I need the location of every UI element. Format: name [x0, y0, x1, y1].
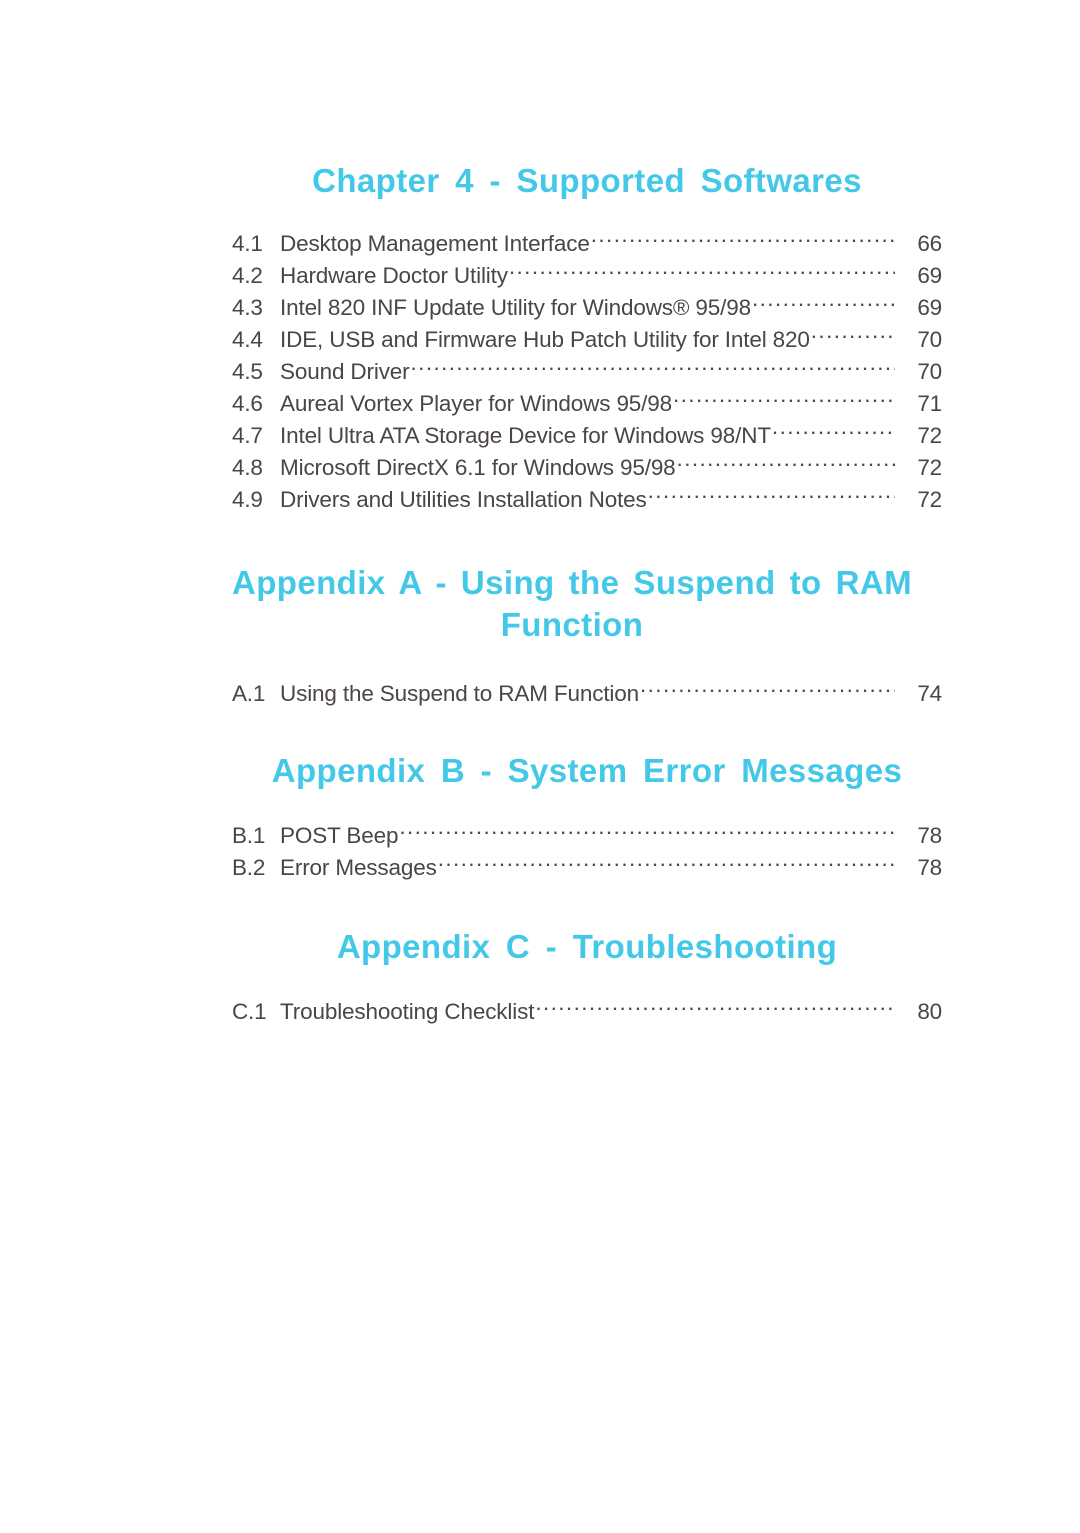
- toc-entry-title: POST Beep: [280, 823, 399, 848]
- toc-list-appendix-b: B.1 POST Beep 78 B.2 Error Messages 78: [232, 820, 942, 884]
- section-heading-appendix-a: Appendix A - Using the Suspend to RAM Fu…: [232, 562, 912, 646]
- toc-entry-number: 4.8: [232, 455, 263, 480]
- section-appendix-b: Appendix B - System Error Messages B.1 P…: [232, 750, 942, 884]
- toc-entry[interactable]: 4.6 Aureal Vortex Player for Windows 95/…: [232, 388, 942, 420]
- toc-entry-number: 4.4: [232, 327, 263, 352]
- toc-entry[interactable]: B.2 Error Messages 78: [232, 852, 942, 884]
- toc-entry[interactable]: 4.9 Drivers and Utilities Installation N…: [232, 484, 942, 516]
- toc-leader-dots: [648, 485, 895, 508]
- toc-entry-page: 71: [917, 391, 942, 416]
- toc-leader-dots: [811, 325, 895, 348]
- toc-list-appendix-a: A.1 Using the Suspend to RAM Function 74: [232, 678, 942, 710]
- section-appendix-a: Appendix A - Using the Suspend to RAM Fu…: [232, 562, 942, 710]
- toc-entry-number: B.2: [232, 855, 266, 880]
- toc-leader-dots: [591, 229, 895, 252]
- toc-entry[interactable]: 4.1 Desktop Management Interface 66: [232, 228, 942, 260]
- toc-entry-title: Desktop Management Interface: [280, 231, 590, 256]
- toc-entry-number: 4.6: [232, 391, 263, 416]
- toc-entry-number: C.1: [232, 999, 267, 1024]
- toc-list-chapter-4: 4.1 Desktop Management Interface 66 4.2 …: [232, 228, 942, 516]
- toc-entry-page: 66: [917, 231, 942, 256]
- toc-entry[interactable]: C.1 Troubleshooting Checklist 80: [232, 996, 942, 1028]
- toc-entry-page: 78: [917, 823, 942, 848]
- toc-leader-dots: [752, 293, 895, 316]
- toc-entry-number: A.1: [232, 681, 266, 706]
- toc-entry-number: 4.1: [232, 231, 263, 256]
- toc-entry-number: 4.7: [232, 423, 263, 448]
- toc-entry-title: IDE, USB and Firmware Hub Patch Utility …: [280, 327, 810, 352]
- toc-entry[interactable]: 4.2 Hardware Doctor Utility 69: [232, 260, 942, 292]
- toc-entry-page: 72: [917, 455, 942, 480]
- section-chapter-4: Chapter 4 - Supported Softwares 4.1 Desk…: [232, 160, 942, 516]
- toc-entry-page: 72: [917, 423, 942, 448]
- toc-entry-title: Hardware Doctor Utility: [280, 263, 508, 288]
- toc-entry-page: 69: [917, 263, 942, 288]
- toc-entry-page: 72: [917, 487, 942, 512]
- toc-leader-dots: [399, 821, 895, 844]
- toc-entry-number: 4.9: [232, 487, 263, 512]
- toc-leader-dots: [411, 357, 895, 380]
- section-heading-chapter-4: Chapter 4 - Supported Softwares: [312, 162, 862, 199]
- toc-entry-title: Troubleshooting Checklist: [280, 999, 535, 1024]
- toc-leader-dots: [438, 853, 895, 876]
- toc-entry-title: Microsoft DirectX 6.1 for Windows 95/98: [280, 455, 676, 480]
- toc-entry-number: B.1: [232, 823, 266, 848]
- toc-entry-page: 74: [917, 681, 942, 706]
- section-heading-appendix-a-line1: Appendix A - Using the Suspend to RAM: [232, 564, 912, 601]
- toc-entry-number: 4.2: [232, 263, 263, 288]
- toc-entry-page: 78: [917, 855, 942, 880]
- section-heading-appendix-a-line2: Function: [500, 606, 644, 643]
- toc-page: Chapter 4 - Supported Softwares 4.1 Desk…: [0, 0, 1080, 1533]
- toc-entry-number: 4.3: [232, 295, 263, 320]
- toc-leader-dots: [677, 453, 895, 476]
- toc-entry-title: Using the Suspend to RAM Function: [280, 681, 639, 706]
- toc-entry[interactable]: 4.5 Sound Driver 70: [232, 356, 942, 388]
- toc-entry-page: 70: [917, 327, 942, 352]
- toc-entry[interactable]: 4.8 Microsoft DirectX 6.1 for Windows 95…: [232, 452, 942, 484]
- section-heading-appendix-c: Appendix C - Troubleshooting: [336, 928, 838, 965]
- toc-entry[interactable]: B.1 POST Beep 78: [232, 820, 942, 852]
- toc-leader-dots: [535, 997, 895, 1020]
- toc-entry-number: 4.5: [232, 359, 263, 384]
- toc-content: Chapter 4 - Supported Softwares 4.1 Desk…: [232, 160, 942, 1028]
- toc-entry-page: 70: [917, 359, 942, 384]
- toc-entry-page: 80: [917, 999, 942, 1024]
- toc-leader-dots: [509, 261, 895, 284]
- toc-entry[interactable]: 4.7 Intel Ultra ATA Storage Device for W…: [232, 420, 942, 452]
- toc-entry-title: Aureal Vortex Player for Windows 95/98: [280, 391, 672, 416]
- toc-entry[interactable]: A.1 Using the Suspend to RAM Function 74: [232, 678, 942, 710]
- toc-entry[interactable]: 4.3 Intel 820 INF Update Utility for Win…: [232, 292, 942, 324]
- toc-leader-dots: [772, 421, 895, 444]
- toc-entry-page: 69: [917, 295, 942, 320]
- section-heading-appendix-b: Appendix B - System Error Messages: [271, 752, 903, 789]
- toc-list-appendix-c: C.1 Troubleshooting Checklist 80: [232, 996, 942, 1028]
- toc-entry-title: Intel Ultra ATA Storage Device for Windo…: [280, 423, 771, 448]
- toc-entry-title: Error Messages: [280, 855, 437, 880]
- toc-entry-title: Intel 820 INF Update Utility for Windows…: [280, 295, 751, 320]
- toc-entry-title: Drivers and Utilities Installation Notes: [280, 487, 647, 512]
- toc-entry-title: Sound Driver: [280, 359, 410, 384]
- section-appendix-c: Appendix C - Troubleshooting C.1 Trouble…: [232, 926, 942, 1028]
- toc-leader-dots: [673, 389, 895, 412]
- toc-leader-dots: [640, 679, 895, 702]
- toc-entry[interactable]: 4.4 IDE, USB and Firmware Hub Patch Util…: [232, 324, 942, 356]
